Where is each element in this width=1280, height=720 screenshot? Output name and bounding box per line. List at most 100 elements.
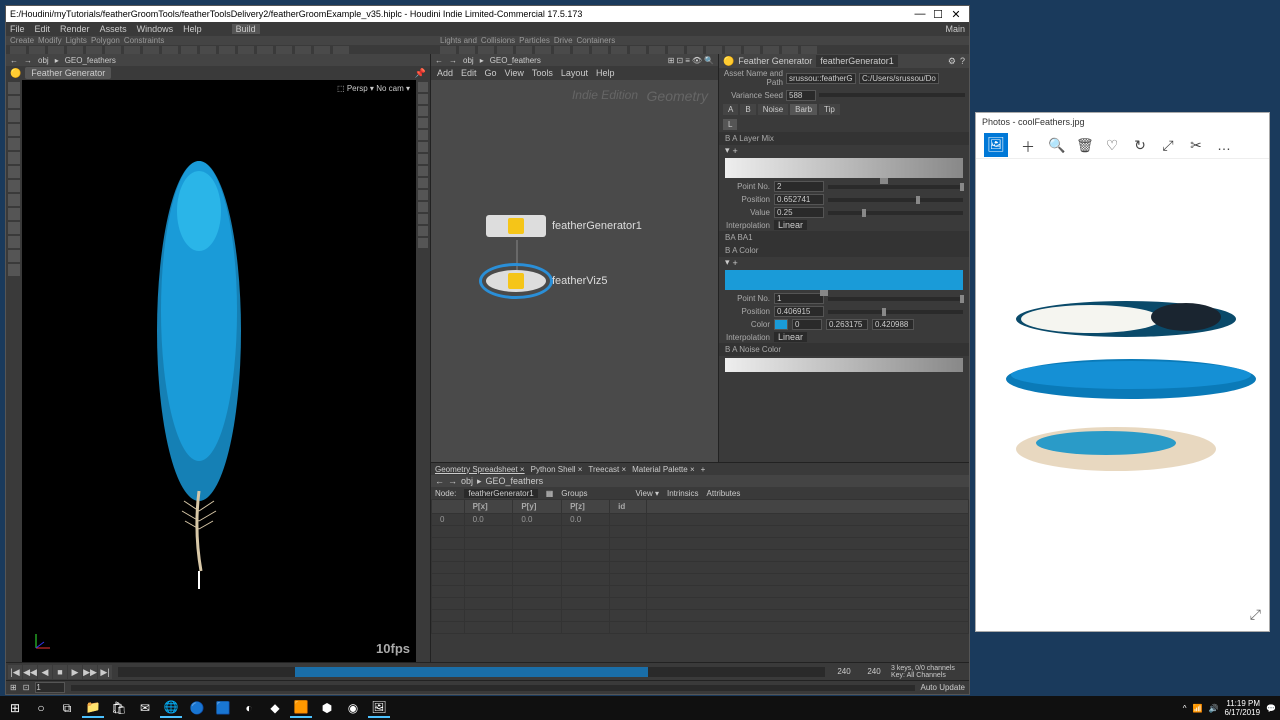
- pin-icon[interactable]: 📌: [415, 68, 426, 79]
- node-feathergenerator[interactable]: featherGenerator1: [486, 215, 642, 237]
- mail-icon[interactable]: ✉: [134, 698, 156, 718]
- col-id[interactable]: id: [610, 500, 647, 514]
- tool[interactable]: [418, 82, 428, 92]
- color-b-field[interactable]: [872, 319, 914, 330]
- tab-b[interactable]: B: [740, 104, 755, 115]
- app-icon[interactable]: ◉: [342, 698, 364, 718]
- add-icon[interactable]: ＋: [1020, 137, 1036, 153]
- app-icon[interactable]: 🟦: [212, 698, 234, 718]
- expand-icon[interactable]: ⤢: [1250, 606, 1261, 623]
- tab-treecast[interactable]: Treecast ×: [588, 465, 626, 474]
- net-menu-edit[interactable]: Edit: [461, 68, 477, 78]
- path-obj[interactable]: obj: [461, 476, 473, 486]
- net-tool-icon[interactable]: ≡: [685, 56, 690, 65]
- viewport-3d[interactable]: ⬚ Persp ▾ No cam ▾: [22, 80, 416, 662]
- value-slider[interactable]: [828, 211, 963, 215]
- mode-icon[interactable]: ▦: [546, 489, 554, 498]
- tool[interactable]: [418, 238, 428, 248]
- delete-icon[interactable]: 🗑: [1076, 137, 1092, 153]
- last-frame-button[interactable]: ▶|: [98, 665, 112, 679]
- menu-file[interactable]: File: [10, 24, 25, 34]
- menu-edit[interactable]: Edit: [35, 24, 51, 34]
- net-tool-icon[interactable]: ⊞: [668, 56, 675, 65]
- table-row[interactable]: 0 0.0 0.0 0.0: [432, 514, 969, 526]
- app-icon[interactable]: ◐: [238, 698, 260, 718]
- arrow-icon[interactable]: ←: [10, 56, 18, 65]
- tool[interactable]: [418, 226, 428, 236]
- chrome-icon[interactable]: 🌐: [160, 698, 182, 718]
- shelf-tab[interactable]: Containers: [577, 36, 616, 45]
- tool[interactable]: [8, 166, 20, 178]
- tool[interactable]: [8, 110, 20, 122]
- tool[interactable]: [418, 202, 428, 212]
- minimize-button[interactable]: —: [911, 8, 929, 20]
- timeline-track[interactable]: [118, 667, 825, 677]
- tool[interactable]: [8, 124, 20, 136]
- node-field[interactable]: featherGenerator1: [464, 489, 537, 498]
- intrinsics-dropdown[interactable]: Intrinsics: [667, 489, 699, 498]
- ramp-add-icon[interactable]: +: [733, 146, 738, 156]
- shelf-tab[interactable]: Modify: [38, 36, 62, 45]
- key-icon[interactable]: ⊡: [23, 683, 30, 692]
- arrow-icon[interactable]: ←: [435, 56, 443, 65]
- net-menu-view[interactable]: View: [505, 68, 524, 78]
- volume-icon[interactable]: 🔊: [1208, 704, 1218, 713]
- tab-matpalette[interactable]: Material Palette ×: [632, 465, 694, 474]
- tool[interactable]: [8, 222, 20, 234]
- explorer-icon[interactable]: 📁: [82, 698, 104, 718]
- pointno2-slider[interactable]: [828, 297, 963, 301]
- ramp-point[interactable]: [820, 290, 828, 296]
- pointno-field[interactable]: [774, 181, 824, 192]
- spreadsheet-table[interactable]: P[x] P[y] P[z] id 0 0.0 0.0 0.0: [431, 499, 969, 662]
- arrow-icon[interactable]: →: [448, 476, 457, 486]
- tool[interactable]: [8, 264, 20, 276]
- shelf-tab[interactable]: Polygon: [91, 36, 120, 45]
- tool[interactable]: [418, 142, 428, 152]
- tab-a[interactable]: A: [723, 104, 738, 115]
- net-menu-help[interactable]: Help: [596, 68, 615, 78]
- layer-mix-ramp[interactable]: [725, 158, 963, 178]
- tool[interactable]: [418, 178, 428, 188]
- position-field[interactable]: [774, 194, 824, 205]
- menu-windows[interactable]: Windows: [137, 24, 174, 34]
- cam-dropdown[interactable]: No cam ▾: [376, 84, 410, 93]
- menu-main[interactable]: Main: [945, 24, 965, 34]
- persp-dropdown[interactable]: Persp ▾: [347, 84, 374, 93]
- color-ramp[interactable]: [725, 270, 963, 290]
- global-end-frame[interactable]: 240: [859, 667, 889, 676]
- col-px[interactable]: P[x]: [464, 500, 513, 514]
- tool[interactable]: [418, 166, 428, 176]
- clock[interactable]: 11:19 PM 6/17/2019: [1224, 699, 1260, 717]
- maximize-button[interactable]: ☐: [929, 8, 947, 21]
- shelf-tab[interactable]: Collisions: [481, 36, 515, 45]
- close-button[interactable]: ✕: [947, 8, 965, 21]
- gear-icon[interactable]: ⚙: [948, 56, 956, 67]
- favorite-icon[interactable]: ♡: [1104, 137, 1120, 153]
- shelf-tab[interactable]: Particles: [519, 36, 550, 45]
- node-featherviz[interactable]: featherViz5: [486, 270, 607, 292]
- tool[interactable]: [418, 214, 428, 224]
- view-mode[interactable]: ⬚: [337, 84, 345, 93]
- color-swatch[interactable]: [774, 319, 788, 330]
- shelf-tab[interactable]: Create: [10, 36, 34, 45]
- interp-dropdown[interactable]: Linear: [774, 220, 807, 230]
- net-menu-tools[interactable]: Tools: [532, 68, 553, 78]
- step-back-button[interactable]: ◀: [38, 665, 52, 679]
- arrow-icon[interactable]: ←: [435, 476, 444, 486]
- ramp-point[interactable]: [880, 178, 888, 184]
- network-icon[interactable]: 📶: [1193, 704, 1203, 713]
- more-icon[interactable]: …: [1216, 137, 1232, 153]
- tab-tip[interactable]: Tip: [819, 104, 840, 115]
- tool[interactable]: [8, 138, 20, 150]
- groups-dropdown[interactable]: Groups: [561, 489, 587, 498]
- ramp-collapse-icon[interactable]: ▾: [725, 145, 730, 156]
- net-tool-icon[interactable]: 🔍: [704, 56, 714, 65]
- net-tool-icon[interactable]: ⊡: [677, 56, 684, 65]
- tool[interactable]: [8, 236, 20, 248]
- prev-key-button[interactable]: ◀◀: [23, 665, 37, 679]
- net-tool-icon[interactable]: 👁: [692, 56, 702, 65]
- path-obj[interactable]: obj: [38, 56, 49, 65]
- net-menu-go[interactable]: Go: [485, 68, 497, 78]
- tab-noise[interactable]: Noise: [758, 104, 788, 115]
- net-menu-add[interactable]: Add: [437, 68, 453, 78]
